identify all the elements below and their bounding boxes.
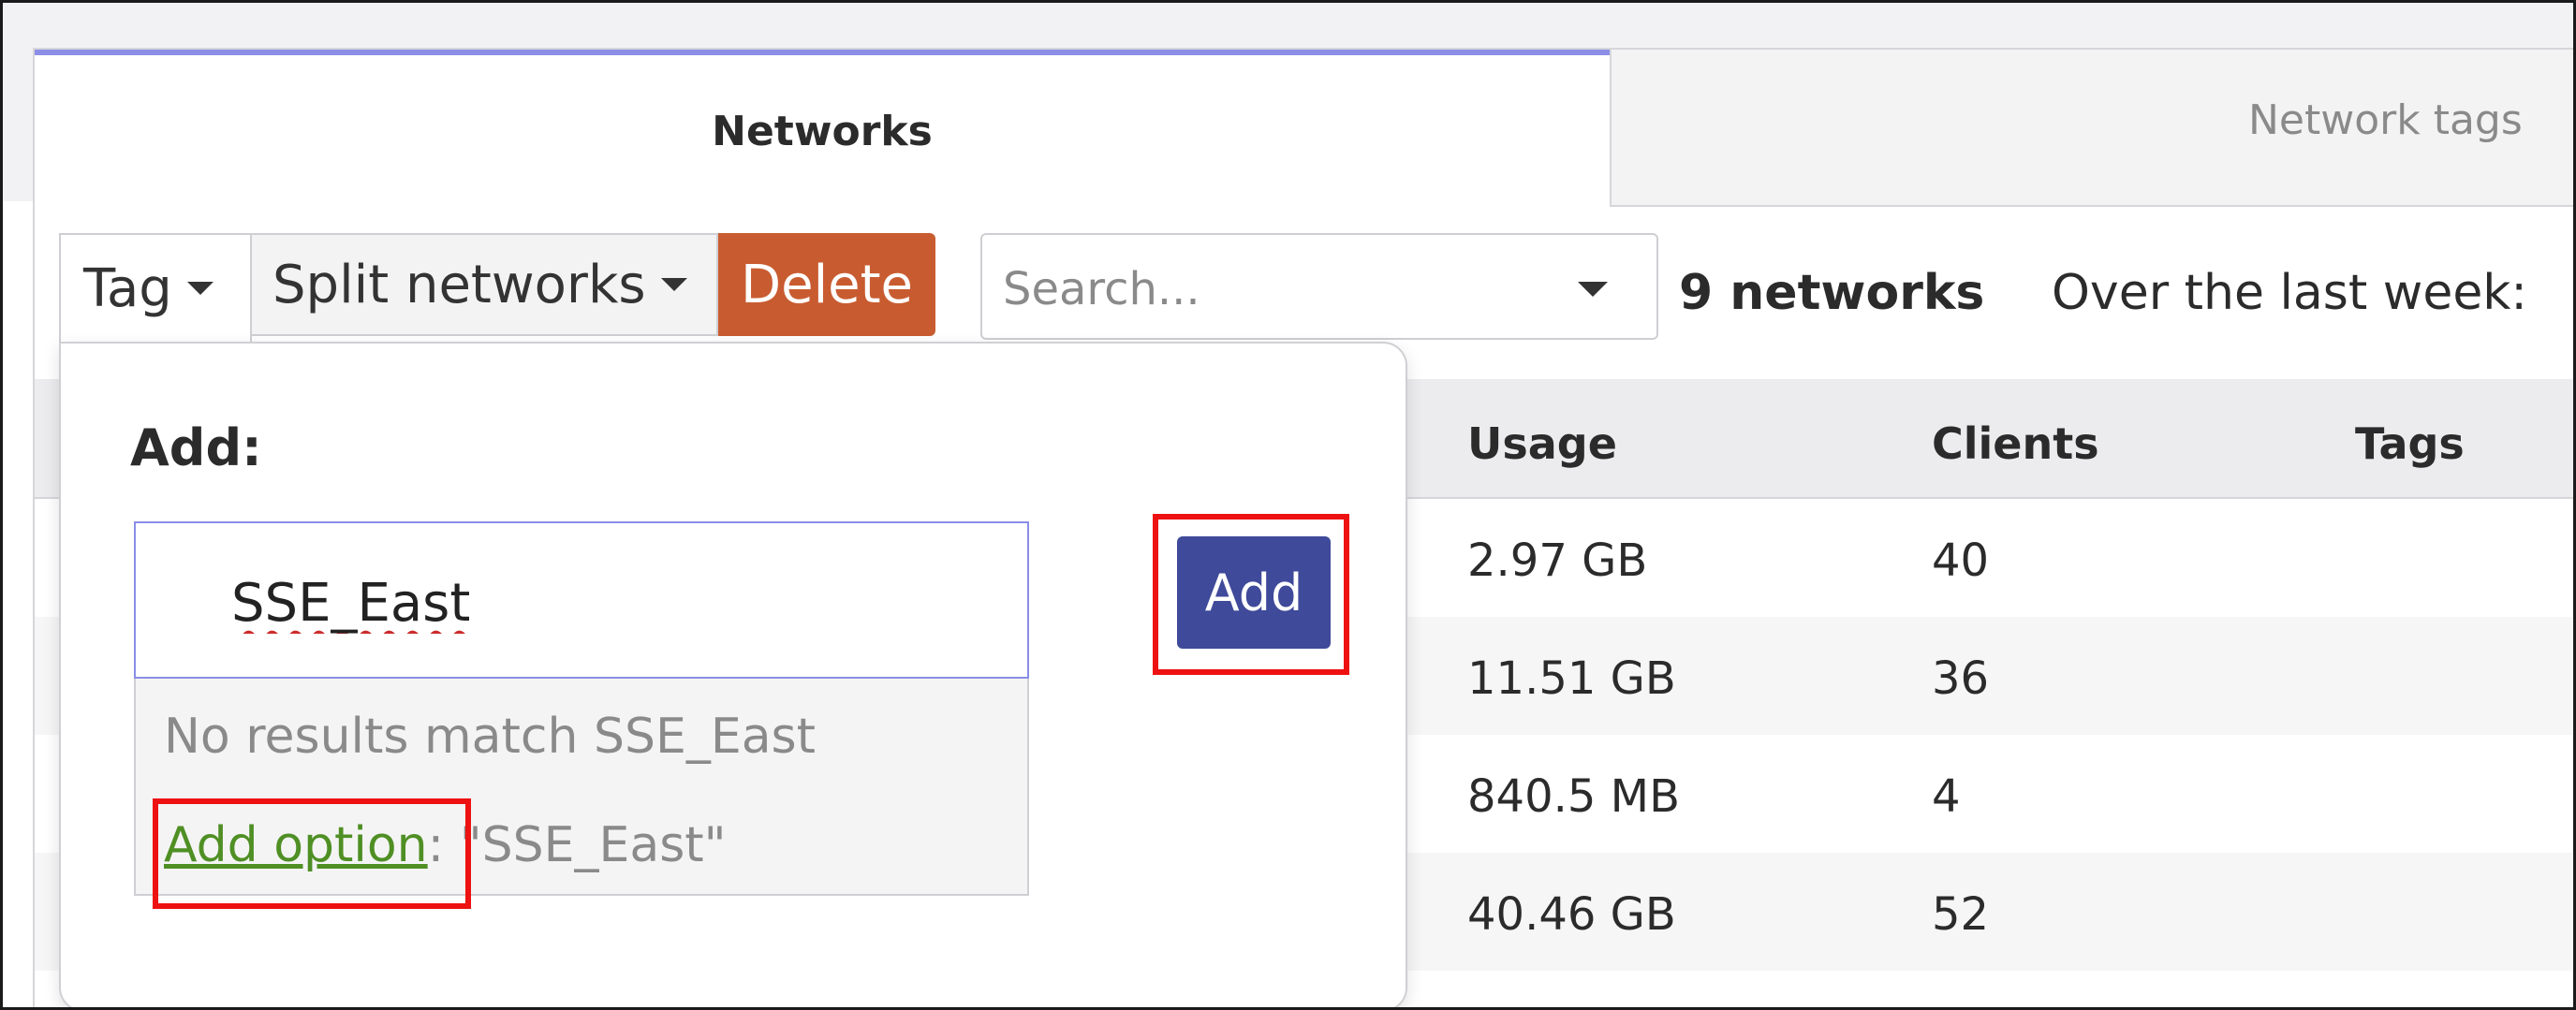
usage-cell: 2.97 GB (1467, 534, 1648, 587)
column-header-clients[interactable]: Clients (1932, 418, 2099, 469)
usage-cell: 11.51 GB (1467, 652, 1676, 705)
add-option-link[interactable]: Add option (164, 817, 428, 873)
delete-button[interactable]: Delete (718, 233, 935, 336)
tag-popover: Add: No results match SSE_East Add optio… (59, 342, 1407, 1007)
add-option-item[interactable]: Add option: "SSE_East" (153, 798, 727, 909)
add-tag-button[interactable]: Add (1177, 536, 1331, 649)
screenshot-frame: Networks Network tags Usage Clients Tags… (0, 0, 2576, 1010)
tab-networks[interactable]: Networks (35, 50, 1610, 207)
column-header-usage[interactable]: Usage (1467, 418, 1617, 469)
time-range-label[interactable]: Over the last week: (2052, 265, 2527, 321)
chevron-down-icon (660, 278, 687, 291)
usage-cell: 40.46 GB (1467, 888, 1676, 941)
networks-panel: Networks Network tags Usage Clients Tags… (33, 48, 2573, 1007)
clients-cell: 40 (1932, 534, 1990, 587)
chevron-down-icon (186, 282, 213, 295)
chevron-down-icon[interactable] (1578, 282, 1608, 297)
clients-cell: 4 (1932, 770, 1961, 823)
left-strip (3, 48, 33, 201)
tag-dropdown-button[interactable]: Tag (59, 233, 252, 342)
split-networks-button[interactable]: Split networks (252, 233, 718, 336)
tag-input[interactable] (229, 564, 1001, 641)
no-results-text: No results match SSE_East (164, 709, 817, 765)
tag-suggestions: No results match SSE_East Add option: "S… (134, 679, 1029, 909)
tag-button-label: Tag (83, 257, 172, 319)
tab-networks-label: Networks (712, 107, 933, 155)
tab-network-tags[interactable]: Network tags (1610, 50, 2573, 207)
usage-cell: 840.5 MB (1467, 770, 1681, 823)
tag-input-box[interactable] (134, 521, 1029, 679)
clients-cell: 52 (1932, 888, 1990, 941)
top-strip (3, 3, 2573, 48)
column-header-tags[interactable]: Tags (2355, 418, 2465, 469)
network-search-box[interactable] (980, 233, 1658, 340)
add-option-value: : "SSE_East" (427, 817, 727, 873)
search-input[interactable] (1001, 256, 1567, 323)
tab-network-tags-label: Network tags (2248, 96, 2523, 144)
clients-cell: 36 (1932, 652, 1990, 705)
network-count: 9 networks (1679, 265, 1985, 321)
split-networks-label: Split networks (272, 254, 646, 315)
popover-title: Add: (130, 418, 262, 477)
